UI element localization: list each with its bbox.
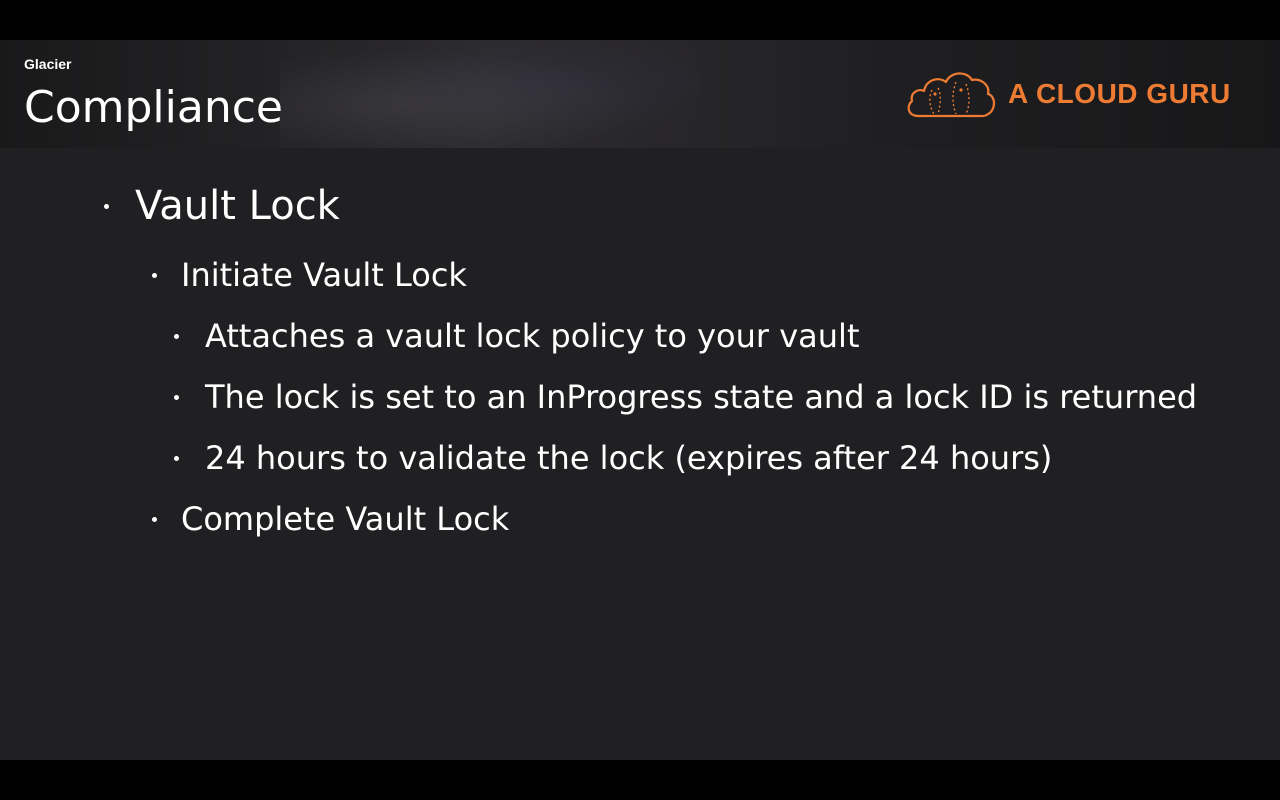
slide: Glacier Compliance A CLOUD GURU Vault Lo…	[0, 40, 1280, 760]
bullet-dot	[174, 455, 179, 461]
brand-name: A CLOUD GURU	[1008, 78, 1231, 109]
letterbox-bottom	[0, 760, 1280, 800]
bullet-dot	[104, 203, 109, 209]
bullet-dot	[152, 272, 157, 278]
bullet-text: Vault Lock	[135, 183, 340, 229]
slide-title: Compliance	[24, 82, 283, 133]
cloud-logo-icon	[907, 72, 996, 118]
bullet-dot	[174, 333, 179, 339]
bullet-dot	[152, 516, 157, 522]
bullet-inprogress-state: The lock is set to an InProgress state a…	[174, 377, 1197, 417]
bullet-text: The lock is set to an InProgress state a…	[205, 378, 1198, 416]
section-label: Glacier	[24, 56, 72, 72]
bullet-dot	[174, 394, 179, 400]
bullet-vault-lock: Vault Lock	[104, 182, 340, 230]
bullet-text: Initiate Vault Lock	[181, 256, 467, 294]
bullet-initiate-vault-lock: Initiate Vault Lock	[152, 255, 467, 295]
bullet-text: Complete Vault Lock	[181, 500, 510, 538]
bullet-text: Attaches a vault lock policy to your vau…	[205, 317, 860, 355]
bullet-text: 24 hours to validate the lock (expires a…	[205, 439, 1053, 477]
bullet-24-hours: 24 hours to validate the lock (expires a…	[174, 438, 1052, 478]
bullet-attaches-policy: Attaches a vault lock policy to your vau…	[174, 316, 859, 356]
letterbox-top	[0, 0, 1280, 40]
bullet-complete-vault-lock: Complete Vault Lock	[152, 499, 509, 539]
brand-logo: A CLOUD GURU	[904, 66, 1231, 122]
